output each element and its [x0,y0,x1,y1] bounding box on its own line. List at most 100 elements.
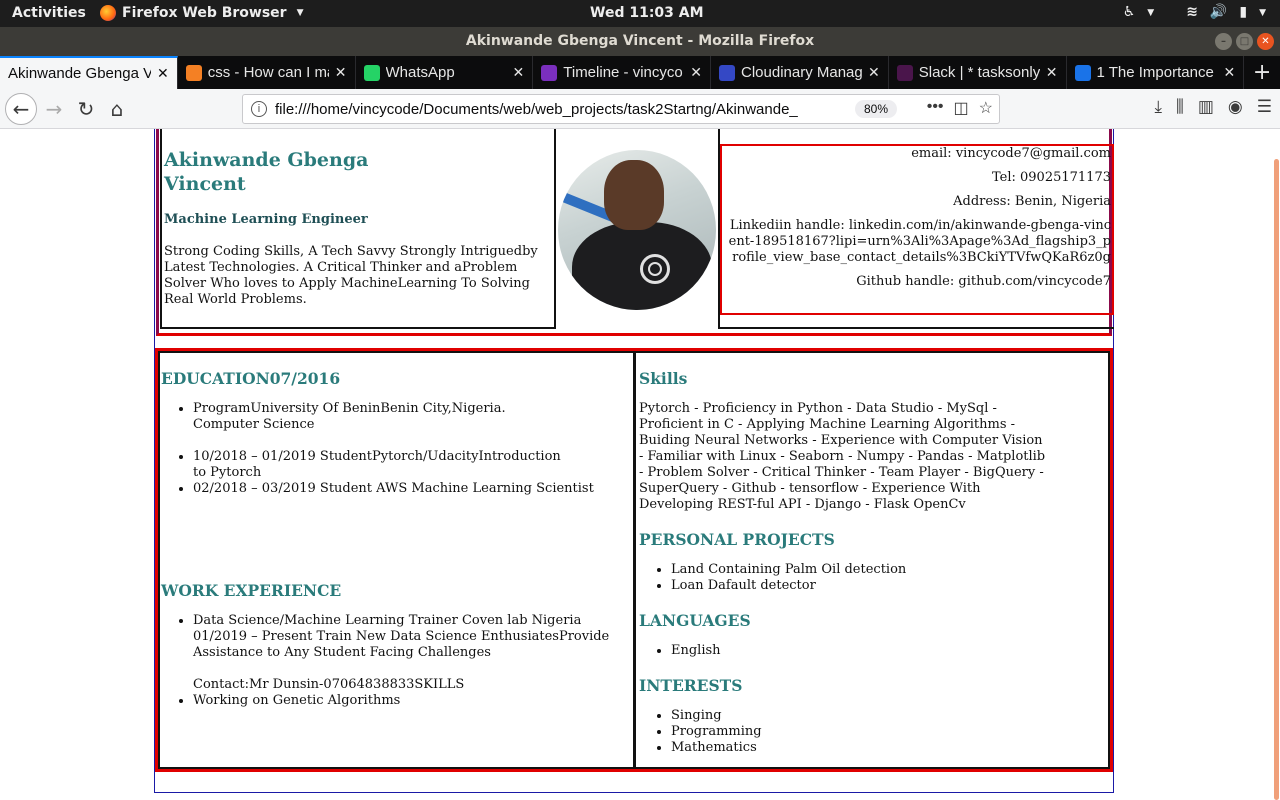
contact-github: Github handle: github.com/vincycode7 [856,274,1111,289]
interests-heading: INTERESTS [639,676,743,695]
contact-linkedin: Linkediin handle: linkedin.com/in/akinwa… [728,218,1111,265]
job-title: Machine Learning Engineer [164,212,368,227]
about-cell: Akinwande Gbenga Vincent Machine Learnin… [160,129,556,329]
education-item-1-field: Computer Science [193,417,315,432]
interests-list: Singing Programming Mathematics [639,708,1106,756]
tab-favicon-icon [1074,64,1091,81]
details-inner: EDUCATION07/2016 ProgramUniversity Of Be… [158,351,1110,769]
minimize-button[interactable]: – [1215,33,1232,50]
profile-photo [558,150,716,310]
contact-cell: email: vincycode7@gmail.com Tel: 0902517… [718,129,1114,329]
list-item: Data Science/Machine Learning Trainer Co… [193,613,611,693]
tab-favicon-icon [896,64,913,81]
projects-heading: PERSONAL PROJECTS [639,530,835,549]
close-tab-icon[interactable]: ✕ [690,64,702,81]
system-top-bar: Activities Firefox Web Browser ▼ Wed 11:… [0,0,1280,27]
app-menu-label: Firefox Web Browser [122,5,287,21]
browser-tab[interactable]: Slack | * tasksonly ✕ [889,56,1067,89]
tab-favicon-icon [185,64,202,81]
work-list: Data Science/Machine Learning Trainer Co… [161,613,611,709]
browser-tab[interactable]: WhatsApp ✕ [356,56,534,89]
activities-button[interactable]: Activities [12,5,86,21]
browser-tab[interactable]: css - How can I ma ✕ [178,56,356,89]
close-tab-icon[interactable]: ✕ [157,65,169,82]
url-bar[interactable]: i file:///home/vincycode/Documents/web/w… [242,94,1000,124]
list-item: 02/2018 – 03/2019 Student AWS Machine Le… [193,481,631,497]
close-tab-icon[interactable]: ✕ [513,64,525,81]
system-tray[interactable]: ♿ ▼ ≋ 🔊 ▮ ▼ [1123,4,1266,22]
tab-favicon-icon [363,64,380,81]
reload-button[interactable]: ↻ [72,95,100,123]
skills-heading: Skills [639,369,688,388]
site-info-icon[interactable]: i [251,101,267,117]
scrollbar-thumb[interactable] [1274,159,1279,800]
browser-tab[interactable]: 1 The Importance ✕ [1067,56,1245,89]
education-item-1: ProgramUniversity Of BeninBenin City,Nig… [193,401,506,416]
chevron-down-icon: ▼ [1259,8,1266,18]
close-window-button[interactable]: ✕ [1257,33,1274,50]
work-item-1-contact: Contact:Mr Dunsin-07064838833SKILLS [193,677,465,692]
list-item: Mathematics [671,740,1106,756]
menu-icon[interactable]: ☰ [1257,97,1272,117]
skills-text: Pytorch - Proficiency in Python - Data S… [639,401,1046,512]
contact-box: email: vincycode7@gmail.com Tel: 0902517… [720,144,1114,315]
education-item-3: 02/2018 – 03/2019 Student AWS Machine Le… [193,481,594,496]
chevron-down-icon: ▼ [1147,8,1155,18]
browser-tab[interactable]: Cloudinary Manag ✕ [711,56,889,89]
header-section: Akinwande Gbenga Vincent Machine Learnin… [156,129,1114,336]
url-text[interactable]: file:///home/vincycode/Documents/web/web… [275,101,815,118]
bookmark-star-icon[interactable]: ☆ [979,98,993,118]
list-item: Working on Genetic Algorithms [193,693,611,709]
scrollbar[interactable] [1272,129,1280,800]
name-line-1: Akinwande Gbenga [164,149,369,171]
tab-title: Akinwande Gbenga V [8,65,152,82]
forward-button[interactable]: → [40,95,68,123]
browser-tab[interactable]: Akinwande Gbenga V ✕ [0,56,178,89]
left-column: EDUCATION07/2016 ProgramUniversity Of Be… [161,353,636,767]
details-section: EDUCATION07/2016 ProgramUniversity Of Be… [155,348,1113,772]
page-actions-icon[interactable]: ••• [927,98,944,118]
education-list: ProgramUniversity Of BeninBenin City,Nig… [161,401,631,497]
sidebar-icon[interactable]: ▥ [1198,97,1214,117]
close-tab-icon[interactable]: ✕ [335,64,347,81]
list-item: Loan Dafault detector [671,578,1106,594]
new-tab-button[interactable]: + [1244,56,1280,89]
library-icon[interactable]: ⫼ [1176,97,1184,117]
window-title: Akinwande Gbenga Vincent - Mozilla Firef… [465,33,815,49]
window-titlebar: Akinwande Gbenga Vincent - Mozilla Firef… [0,27,1280,56]
app-menu[interactable]: Firefox Web Browser ▼ [100,5,304,21]
back-button[interactable]: ← [5,93,37,125]
browser-tab[interactable]: Timeline - vincyco ✕ [533,56,711,89]
contact-phone: Tel: 09025171173 [991,170,1111,185]
volume-icon[interactable]: 🔊 [1210,4,1227,22]
list-item: ProgramUniversity Of BeninBenin City,Nig… [193,401,631,449]
accessibility-icon[interactable]: ♿ [1123,4,1136,22]
languages-list: English [639,643,1106,659]
list-item: Programming [671,724,1106,740]
tab-title: WhatsApp [385,64,455,81]
account-icon[interactable]: ◉ [1228,97,1243,117]
maximize-button[interactable]: □ [1236,33,1253,50]
close-tab-icon[interactable]: ✕ [1224,64,1236,81]
pocket-icon[interactable]: ◫ [954,98,969,118]
close-tab-icon[interactable]: ✕ [868,64,880,81]
right-column: Skills Pytorch - Proficiency in Python -… [639,353,1108,767]
work-experience-heading: WORK EXPERIENCE [161,581,342,600]
navigation-toolbar: ← → ↻ ⌂ i file:///home/vincycode/Documen… [0,89,1280,129]
home-button[interactable]: ⌂ [103,95,131,123]
profile-summary: Strong Coding Skills, A Tech Savvy Stron… [164,244,538,307]
zoom-indicator[interactable]: 80% [855,100,897,118]
tab-strip: Akinwande Gbenga V ✕ css - How can I ma ✕ Wh… [0,56,1280,89]
wifi-icon[interactable]: ≋ [1186,4,1198,22]
clock[interactable]: Wed 11:03 AM [590,5,704,21]
list-item: Land Containing Palm Oil detection [671,562,1106,578]
resume-page: Akinwande Gbenga Vincent Machine Learnin… [154,129,1114,793]
contact-address: Address: Benin, Nigeria [953,194,1111,209]
chevron-down-icon: ▼ [296,8,304,18]
close-tab-icon[interactable]: ✕ [1046,64,1058,81]
name-line-2: Vincent [164,173,246,195]
battery-icon[interactable]: ▮ [1239,4,1247,22]
list-item: English [671,643,1106,659]
downloads-icon[interactable]: ⤓ [1155,97,1163,117]
tab-title: Cloudinary Manag [741,64,863,81]
